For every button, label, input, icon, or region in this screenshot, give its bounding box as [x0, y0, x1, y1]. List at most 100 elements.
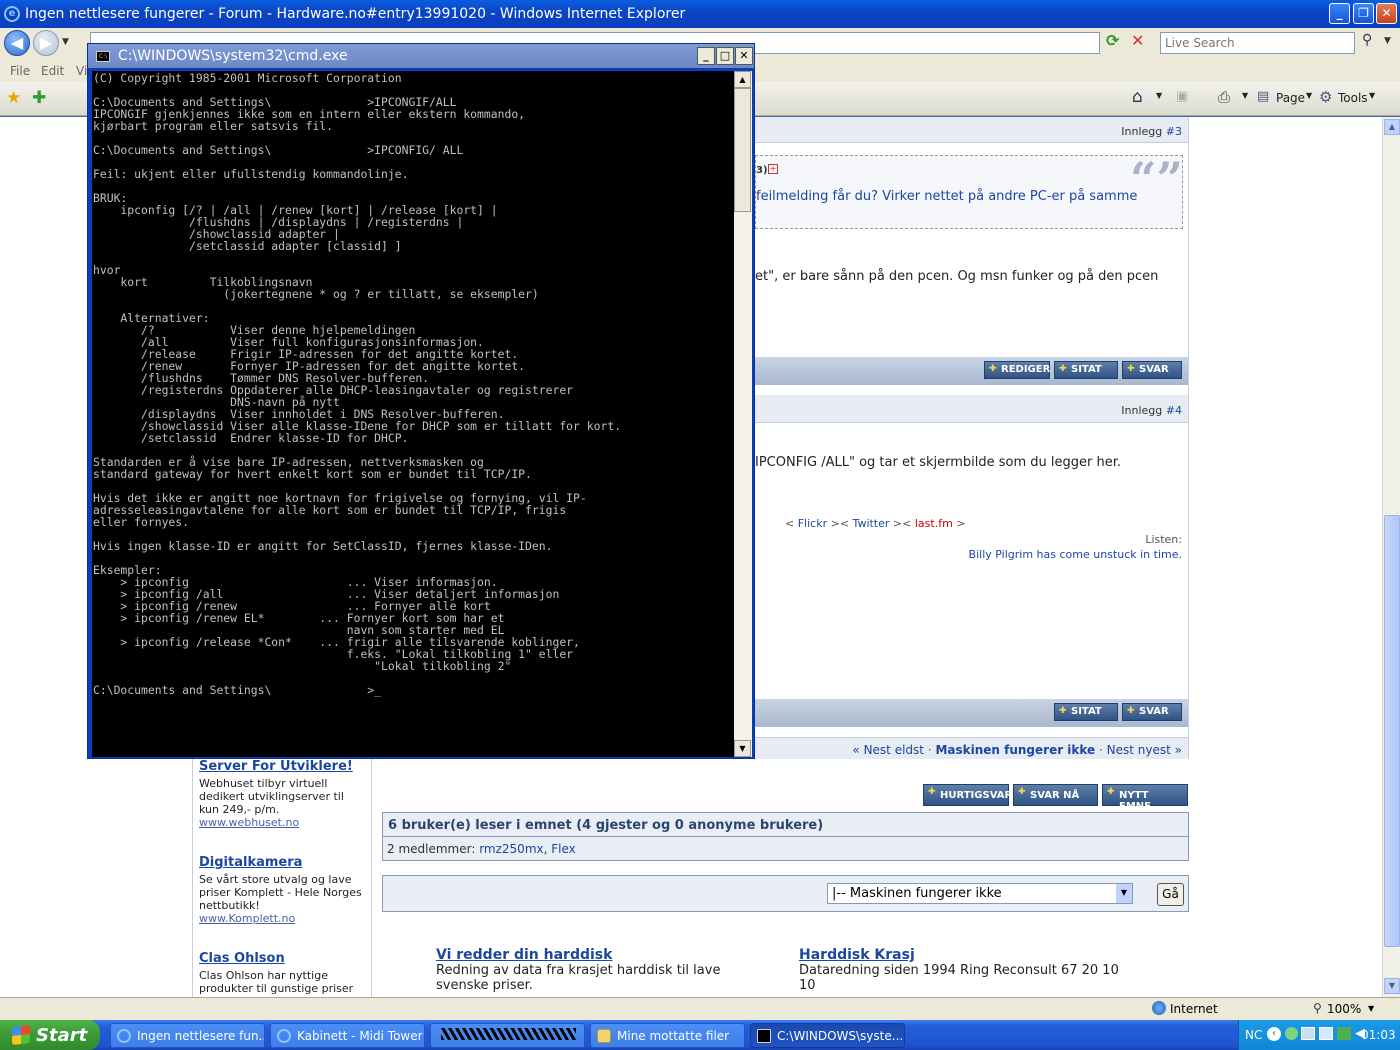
go-button[interactable]: Gå	[1157, 883, 1184, 906]
bottom-ad-2-title[interactable]: Harddisk Krasj	[799, 947, 1129, 963]
page-menu[interactable]: Page	[1276, 91, 1305, 105]
minimize-button[interactable]: _	[1329, 3, 1350, 24]
print-icon[interactable]: ⎙	[1218, 88, 1230, 106]
next-thread-link[interactable]: Nest nyest »	[1107, 743, 1182, 757]
cmd-titlebar[interactable]: C:\ C:\WINDOWS\system32\cmd.exe _ □ ✕	[88, 44, 754, 68]
system-tray: NC ‹ ◀ 01:03	[1238, 1020, 1400, 1050]
ad-2-text: Se vårt store utvalg og lave priser Komp…	[199, 873, 362, 912]
sitat-button[interactable]: SITAT	[1054, 361, 1118, 379]
scroll-thumb[interactable]	[1384, 515, 1400, 947]
ad-1-url[interactable]: www.webhuset.no	[199, 816, 367, 829]
ad-1-text: Webhuset tilbyr virtuell dedikert utvikl…	[199, 777, 344, 816]
task-mine-mottatte-filer[interactable]: Mine mottatte filer	[590, 1023, 745, 1048]
task-cmd[interactable]: C:\WINDOWS\syste...	[750, 1023, 905, 1048]
ie-statusbar: Internet ⚲ 100% ▼	[0, 997, 1400, 1020]
cmd-minimize-button[interactable]: _	[697, 47, 715, 65]
network-icon-2[interactable]	[1319, 1027, 1333, 1040]
post-3-number: Innlegg #3	[1121, 125, 1182, 138]
signature-links: < Flickr >< Twitter >< last.fm >	[785, 517, 966, 530]
language-indicator[interactable]: NC	[1245, 1028, 1262, 1042]
menu-view[interactable]: Vi	[76, 64, 87, 78]
network-icon[interactable]	[1301, 1027, 1315, 1040]
tray-back-icon[interactable]: ‹	[1267, 1027, 1281, 1041]
scroll-up-icon[interactable]: ▲	[1384, 119, 1400, 135]
cmd-scroll-down-icon[interactable]: ▼	[734, 740, 751, 757]
ie-titlebar[interactable]: e Ingen nettlesere fungerer - Forum - Ha…	[0, 0, 1400, 28]
forward-button[interactable]: ▶	[33, 30, 59, 56]
post-3-link[interactable]: #3	[1166, 125, 1182, 138]
cmd-scroll-thumb[interactable]	[734, 88, 751, 212]
cmd-line: (C) Copyright 1985-2001 Microsoft Corpor…	[93, 71, 402, 85]
stop-icon[interactable]: ✕	[1131, 31, 1151, 51]
tools-menu[interactable]: Tools	[1338, 91, 1368, 105]
forum-jump-select[interactable]: |-- Maskinen fungerer ikke ▼	[827, 883, 1133, 904]
maximize-button[interactable]: ❐	[1353, 3, 1374, 24]
ad-1-title[interactable]: Server For Utviklere!	[199, 759, 367, 774]
post-3-actions: REDIGER SITAT SVAR	[755, 357, 1188, 385]
bottom-ad-1-title[interactable]: Vi redder din harddisk	[436, 947, 736, 963]
clock[interactable]: 01:03	[1361, 1028, 1396, 1042]
print-dropdown-icon[interactable]: ▼	[1242, 91, 1248, 100]
post-3-body: et", er bare sånn på den pcen. Og msn fu…	[755, 269, 1159, 284]
close-button[interactable]: ✕	[1376, 3, 1397, 24]
lastfm-link[interactable]: last.fm	[915, 517, 953, 530]
ad-2-title[interactable]: Digitalkamera	[199, 855, 367, 870]
chevron-down-icon[interactable]: ▼	[1116, 884, 1132, 903]
search-icon[interactable]: ⚲	[1362, 32, 1372, 48]
favorites-star-icon[interactable]: ★	[6, 88, 21, 108]
add-favorites-icon[interactable]: ✚	[32, 88, 46, 108]
search-dropdown-icon[interactable]: ▼	[1384, 36, 1391, 46]
rediger-button[interactable]: REDIGER	[984, 361, 1050, 379]
cmd-line: /setclassid adapter [classid] ]	[93, 239, 402, 253]
start-button[interactable]: Start	[0, 1020, 100, 1050]
page-scrollbar[interactable]: ▲ ▼	[1382, 117, 1400, 997]
history-dropdown-icon[interactable]: ▼	[62, 37, 69, 47]
home-dropdown-icon[interactable]: ▼	[1156, 91, 1162, 100]
zoom-dropdown-icon[interactable]: ▼	[1368, 1004, 1374, 1013]
refresh-icon[interactable]: ⟳	[1106, 31, 1126, 51]
cmd-line: (jokertegnene * og ? er tillatt, se ekse…	[93, 287, 539, 301]
nytt-emne-button[interactable]: NYTT EMNE	[1102, 784, 1188, 812]
home-icon[interactable]: ⌂	[1132, 87, 1143, 107]
feeds-icon[interactable]: ▣	[1176, 89, 1188, 104]
sitat-button-2[interactable]: SITAT	[1054, 703, 1118, 721]
hurtigsvar-button[interactable]: HURTIGSVAR	[923, 784, 1012, 806]
member-link-1[interactable]: rmz250mx	[479, 842, 543, 856]
cmd-scrollbar[interactable]: ▲ ▼	[734, 71, 752, 757]
cmd-line: standard gateway for hvert enkelt kort s…	[93, 467, 532, 481]
menu-file[interactable]: File	[10, 64, 30, 78]
post-4-header: Innlegg #4	[755, 395, 1188, 423]
live-search-input[interactable]	[1160, 32, 1355, 54]
cmd-maximize-button[interactable]: □	[716, 47, 734, 65]
task-ie-forum[interactable]: Ingen nettlesere fun...	[110, 1023, 265, 1048]
nvidia-icon[interactable]	[1337, 1027, 1351, 1040]
scroll-down-icon[interactable]: ▼	[1384, 978, 1400, 994]
task-redacted[interactable]	[430, 1023, 585, 1048]
flickr-link[interactable]: Flickr	[798, 517, 827, 530]
signature-text: Billy Pilgrim has come unstuck in time.	[968, 548, 1182, 561]
page-dropdown-icon[interactable]: ▼	[1306, 91, 1312, 100]
ad-3-title[interactable]: Clas Ohlson	[199, 951, 367, 966]
task-ie-kabinett[interactable]: Kabinett - Midi Tower ...	[270, 1023, 425, 1048]
member-link-2[interactable]: Flex	[551, 842, 576, 856]
tools-dropdown-icon[interactable]: ▼	[1369, 91, 1375, 100]
menu-edit[interactable]: Edit	[41, 64, 64, 78]
cmd-close-button[interactable]: ✕	[735, 47, 753, 65]
svar-button-2[interactable]: SVAR	[1122, 703, 1182, 721]
post-4-link[interactable]: #4	[1166, 404, 1182, 417]
svar-button[interactable]: SVAR	[1122, 361, 1182, 379]
cmd-scroll-up-icon[interactable]: ▲	[734, 71, 751, 88]
cmd-line	[93, 552, 734, 564]
quote-expand-icon[interactable]: +	[768, 164, 778, 174]
twitter-link[interactable]: Twitter	[853, 517, 890, 530]
prev-thread-link[interactable]: « Nest eldst	[852, 743, 924, 757]
messenger-icon[interactable]	[1285, 1027, 1298, 1040]
cmd-console-output[interactable]: (C) Copyright 1985-2001 Microsoft Corpor…	[92, 71, 734, 757]
zoom-level[interactable]: 100%	[1327, 1002, 1361, 1016]
ad-2-url[interactable]: www.Komplett.no	[199, 912, 367, 925]
back-button[interactable]: ◀	[4, 30, 30, 56]
signature-label: Listen:	[1145, 533, 1182, 546]
ie-logo-icon: e	[4, 6, 20, 22]
cmd-window[interactable]: C:\ C:\WINDOWS\system32\cmd.exe _ □ ✕ (C…	[87, 43, 755, 759]
svar-na-button[interactable]: SVAR NÅ	[1013, 784, 1098, 806]
